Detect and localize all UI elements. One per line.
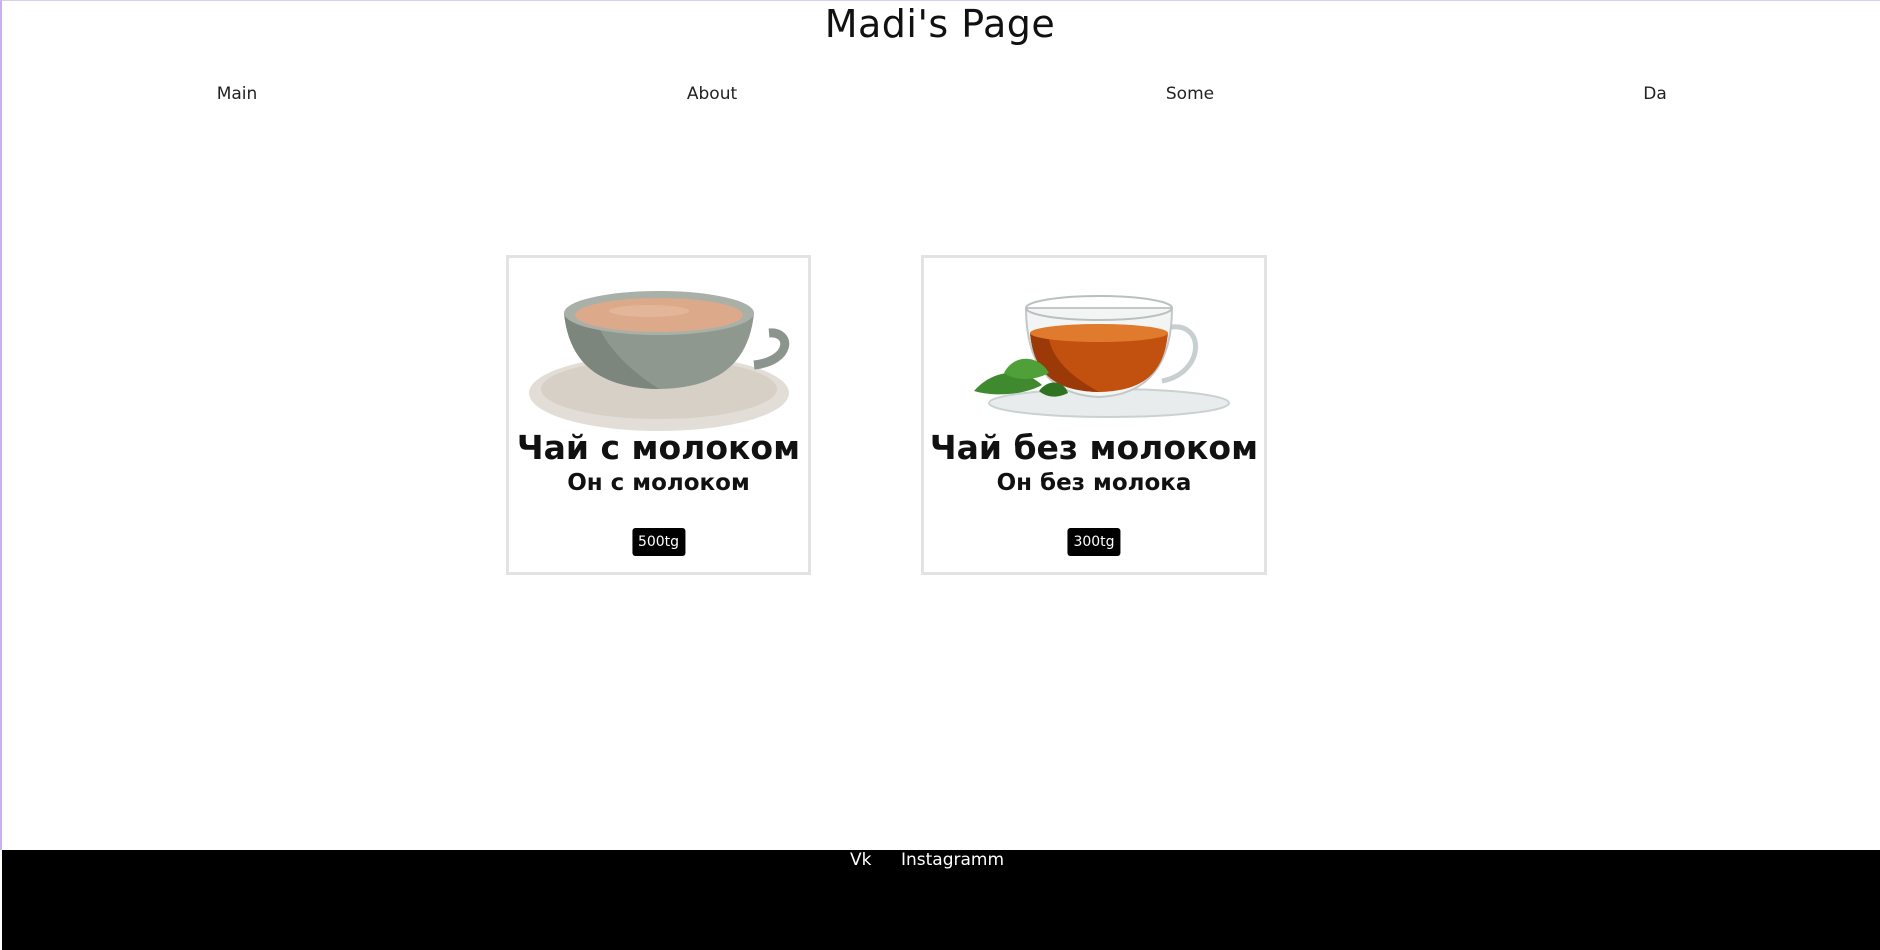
nav-link-some[interactable]: Some: [1166, 84, 1214, 104]
black-tea-cup-icon: [924, 273, 1264, 433]
product-subtitle: Он с молоком: [567, 470, 750, 496]
product-card-milk-tea: Чай с молоком Он с молоком 500tg: [506, 255, 811, 575]
product-card-black-tea: Чай без молоком Он без молока 300tg: [921, 255, 1267, 575]
site-footer: Vk Instagramm: [2, 850, 1880, 950]
product-title: Чай без молоком: [929, 428, 1259, 467]
nav-link-about[interactable]: About: [687, 84, 737, 104]
page-title: Madi's Page: [824, 2, 1056, 46]
main-nav: Main About Some Da: [0, 84, 1880, 108]
price-badge[interactable]: 500tg: [631, 528, 686, 556]
price-badge[interactable]: 300tg: [1067, 528, 1121, 556]
nav-link-da[interactable]: Da: [1643, 84, 1667, 104]
product-title: Чай с молоком: [516, 428, 801, 467]
product-subtitle: Он без молока: [996, 470, 1192, 496]
footer-link-instagram[interactable]: Instagramm: [901, 850, 1004, 870]
nav-link-main[interactable]: Main: [217, 84, 258, 104]
footer-link-vk[interactable]: Vk: [850, 850, 871, 870]
site-header: Madi's Page Main About Some Da: [0, 0, 1880, 140]
milk-tea-cup-icon: [509, 273, 808, 433]
